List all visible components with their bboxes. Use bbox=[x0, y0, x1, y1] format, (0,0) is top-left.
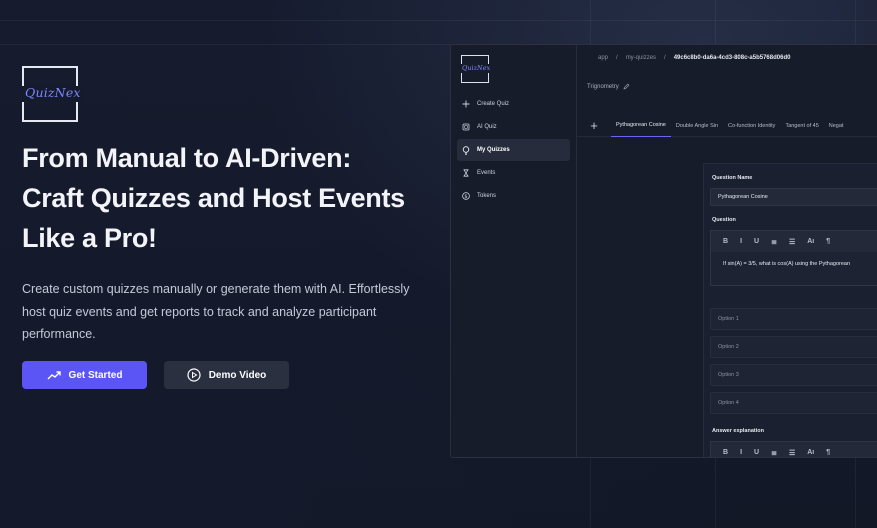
tab-double-angle-sin[interactable]: Double Angle Sin bbox=[671, 115, 723, 137]
sidebar-item-create-quiz[interactable]: Create Quiz bbox=[457, 93, 570, 115]
ordered-list-button[interactable]: ≣ bbox=[771, 238, 777, 246]
quiz-title-text: Trignometry bbox=[587, 83, 619, 90]
description-line: host quiz events and get reports to trac… bbox=[22, 304, 377, 319]
headline-line: Craft Quizzes and Host Events bbox=[22, 183, 405, 213]
sidebar-item-label: Create Quiz bbox=[477, 101, 510, 107]
bold-button[interactable]: B bbox=[723, 449, 728, 456]
headline-line: From Manual to AI-Driven: bbox=[22, 143, 352, 173]
brand-logo[interactable]: QuizNex bbox=[21, 66, 83, 122]
quiz-title: Trignometry bbox=[587, 83, 630, 90]
italic-button[interactable]: I bbox=[740, 238, 742, 245]
sidebar-item-tokens[interactable]: $ Tokens bbox=[457, 185, 570, 207]
breadcrumb-quiz-id: 49c6c8b0-da6a-4cd3-808c-a5b5768d06d0 bbox=[673, 55, 791, 61]
font-size-button[interactable]: Aı bbox=[807, 238, 814, 245]
get-started-label: Get Started bbox=[68, 369, 123, 381]
rich-text-toolbar: B I U ≣ ☰ Aı ¶ bbox=[710, 230, 877, 252]
hero-headline: From Manual to AI-Driven: Craft Quizzes … bbox=[22, 138, 432, 258]
breadcrumb: app / my-quizzes / 49c6c8b0-da6a-4cd3-80… bbox=[598, 55, 790, 61]
sidebar-logo-text: QuizNex bbox=[462, 64, 491, 72]
sidebar-item-my-quizzes[interactable]: My Quizzes bbox=[457, 139, 570, 161]
sidebar-item-label: My Quizzes bbox=[477, 147, 510, 153]
question-tabs: + Pythagorean Cosine Double Angle Sin Co… bbox=[577, 115, 877, 137]
sidebar-item-label: Tokens bbox=[477, 193, 497, 199]
underline-button[interactable]: U bbox=[754, 449, 759, 456]
answer-explanation-label: Answer explanation bbox=[712, 428, 764, 434]
sidebar-item-label: AI Quiz bbox=[477, 124, 497, 130]
demo-video-label: Demo Video bbox=[208, 369, 267, 381]
chip-icon bbox=[462, 123, 470, 131]
breadcrumb-separator: / bbox=[664, 55, 666, 61]
trending-up-icon bbox=[47, 371, 61, 380]
question-name-input[interactable]: Pythagorean Cosine bbox=[710, 188, 877, 206]
dollar-icon: $ bbox=[462, 192, 470, 200]
breadcrumb-app[interactable]: app bbox=[598, 55, 608, 61]
italic-button[interactable]: I bbox=[740, 449, 742, 456]
question-text-editor[interactable]: If sin(A) = 3/5, what is cos(A) using th… bbox=[710, 252, 877, 286]
question-label: Question bbox=[712, 217, 736, 223]
play-circle-icon bbox=[187, 368, 201, 382]
sidebar-nav: Create Quiz AI Quiz My Quizzes Events $ … bbox=[457, 93, 570, 208]
option-1-input[interactable]: Option 1 bbox=[710, 308, 877, 330]
brand-logo-text: QuizNex bbox=[25, 85, 81, 100]
breadcrumb-my-quizzes[interactable]: my-quizzes bbox=[626, 55, 656, 61]
option-2-input[interactable]: Option 2 bbox=[710, 336, 877, 358]
ordered-list-button[interactable]: ≣ bbox=[771, 449, 777, 457]
answer-toolbar: B I U ≣ ☰ Aı ¶ bbox=[710, 441, 877, 457]
sidebar-item-label: Events bbox=[477, 170, 496, 176]
get-started-button[interactable]: Get Started bbox=[22, 361, 147, 389]
option-3-input[interactable]: Option 3 bbox=[710, 364, 877, 386]
sidebar-item-ai-quiz[interactable]: AI Quiz bbox=[457, 116, 570, 138]
sidebar-item-events[interactable]: Events bbox=[457, 162, 570, 184]
bullet-list-button[interactable]: ☰ bbox=[789, 449, 795, 457]
sidebar-logo[interactable]: QuizNex bbox=[460, 55, 492, 83]
tab-pythagorean-cosine[interactable]: Pythagorean Cosine bbox=[611, 115, 671, 137]
tab-negat[interactable]: Negat bbox=[824, 115, 849, 137]
app-sidebar: QuizNex Create Quiz AI Quiz My Quizzes E… bbox=[451, 45, 577, 457]
lightbulb-icon bbox=[462, 145, 470, 155]
demo-video-button[interactable]: Demo Video bbox=[164, 361, 289, 389]
headline-line: Like a Pro! bbox=[22, 223, 157, 253]
font-size-button[interactable]: Aı bbox=[807, 449, 814, 456]
bullet-list-button[interactable]: ☰ bbox=[789, 238, 795, 246]
add-question-button[interactable]: + bbox=[577, 118, 611, 133]
hourglass-icon bbox=[463, 169, 469, 177]
breadcrumb-separator: / bbox=[616, 55, 618, 61]
paragraph-button[interactable]: ¶ bbox=[826, 449, 830, 456]
underline-button[interactable]: U bbox=[754, 238, 759, 245]
bold-button[interactable]: B bbox=[723, 238, 728, 245]
option-4-input[interactable]: Option 4 bbox=[710, 392, 877, 414]
tab-tangent-of-45[interactable]: Tangent of 45 bbox=[780, 115, 823, 137]
paragraph-button[interactable]: ¶ bbox=[826, 238, 830, 245]
tab-co-function-identity[interactable]: Co-function Identity bbox=[723, 115, 780, 137]
question-editor: Question Name Pythagorean Cosine Questio… bbox=[703, 163, 877, 457]
description-line: performance. bbox=[22, 327, 96, 341]
description-line: Create custom quizzes manually or genera… bbox=[22, 282, 410, 296]
hero-description: Create custom quizzes manually or genera… bbox=[22, 278, 432, 346]
question-name-label: Question Name bbox=[712, 175, 753, 181]
plus-icon bbox=[462, 100, 470, 108]
svg-text:$: $ bbox=[464, 194, 467, 200]
pencil-icon[interactable] bbox=[623, 83, 630, 90]
app-preview-panel: QuizNex Create Quiz AI Quiz My Quizzes E… bbox=[450, 44, 877, 458]
